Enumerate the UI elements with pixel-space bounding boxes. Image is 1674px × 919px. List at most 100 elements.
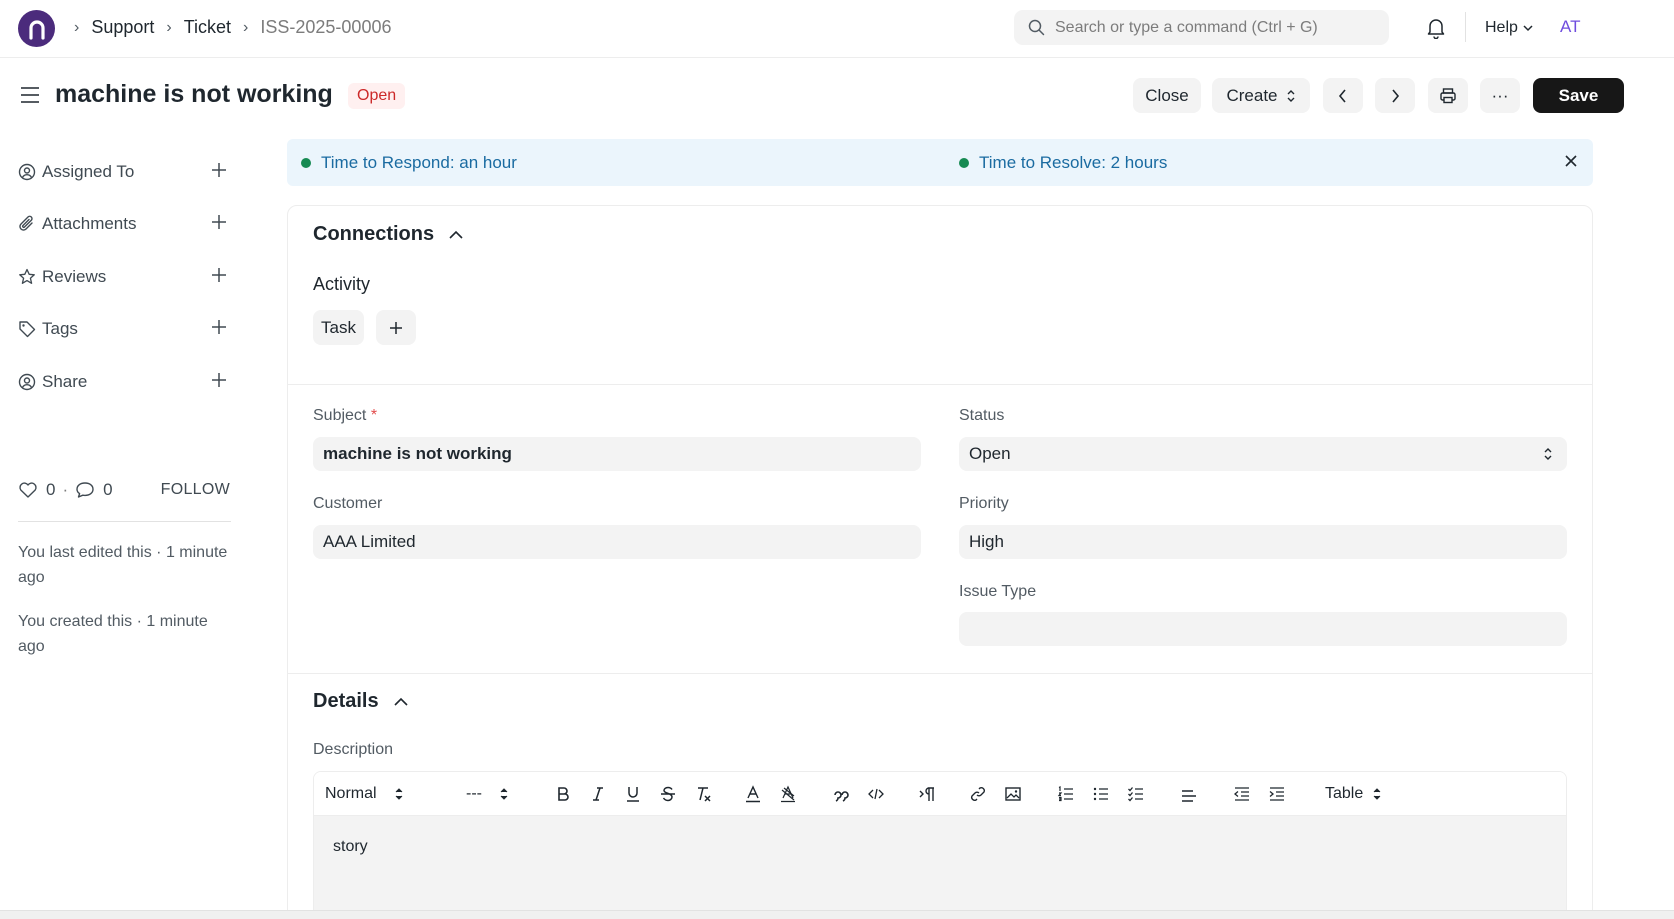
connections-section-toggle[interactable]: Connections <box>313 223 464 246</box>
background-color-button[interactable] <box>779 783 797 805</box>
add-task-button[interactable] <box>376 310 416 345</box>
plus-icon[interactable] <box>210 266 228 284</box>
code-block-button[interactable] <box>867 783 885 805</box>
more-actions-button[interactable]: ··· <box>1480 78 1520 113</box>
close-icon[interactable] <box>1563 153 1579 169</box>
breadcrumb-ticket[interactable]: Ticket <box>184 17 231 38</box>
priority-label: Priority <box>959 495 1009 512</box>
bold-button[interactable] <box>554 783 572 805</box>
plus-icon[interactable] <box>210 161 228 179</box>
priority-field[interactable] <box>959 525 1567 559</box>
next-record-button[interactable] <box>1375 78 1415 113</box>
strikethrough-button[interactable] <box>659 783 677 805</box>
blockquote-button[interactable] <box>832 783 850 805</box>
sidebar-item-reviews[interactable]: Reviews <box>18 264 228 290</box>
create-button[interactable]: Create <box>1212 78 1310 113</box>
plus-icon[interactable] <box>210 371 228 389</box>
task-connection-button[interactable]: Task <box>313 310 364 345</box>
status-select[interactable]: Open <box>959 437 1567 471</box>
ordered-list-button[interactable] <box>1057 783 1075 805</box>
bullet-list-button[interactable] <box>1092 783 1110 805</box>
breadcrumb-current[interactable]: ISS-2025-00006 <box>260 17 391 38</box>
align-button[interactable] <box>1180 783 1198 805</box>
sidebar-item-label: Reviews <box>42 267 107 286</box>
app-logo[interactable] <box>18 10 55 47</box>
code-icon <box>868 788 884 800</box>
description-text-area[interactable]: story <box>314 816 1566 919</box>
plus-icon[interactable] <box>210 213 228 231</box>
clear-format-button[interactable] <box>694 783 712 805</box>
paragraph-style-select[interactable]: Normal <box>325 783 403 805</box>
sidebar-item-attachments[interactable]: Attachments <box>18 211 228 237</box>
save-button[interactable]: Save <box>1533 78 1624 113</box>
outdent-button[interactable] <box>1233 783 1251 805</box>
close-button[interactable]: Close <box>1133 78 1201 113</box>
status-select-value: Open <box>969 444 1011 463</box>
sidebar-item-assigned-to[interactable]: Assigned To <box>18 159 228 185</box>
create-button-label: Create <box>1226 85 1278 105</box>
sidebar-item-label: Tags <box>42 319 78 338</box>
sla-respond-text: Time to Respond: an hour <box>321 153 517 172</box>
page-title: machine is not working <box>55 80 333 108</box>
bullet-list-icon <box>1093 787 1108 801</box>
breadcrumb-separator-icon: › <box>166 18 172 36</box>
ordered-list-icon <box>1057 786 1073 802</box>
comment-icon[interactable] <box>75 481 95 499</box>
search-icon <box>1028 19 1045 36</box>
status-badge: Open <box>348 83 406 109</box>
sidebar-item-label: Share <box>42 372 88 391</box>
help-label: Help <box>1485 19 1518 36</box>
search-bar[interactable] <box>1014 10 1389 45</box>
follow-button[interactable]: FOLLOW <box>161 481 230 499</box>
status-label: Status <box>959 407 1005 424</box>
engagement-row: 0 · 0 FOLLOW <box>18 480 230 500</box>
text-color-button[interactable] <box>744 783 762 805</box>
customer-label: Customer <box>313 495 383 512</box>
section-divider <box>288 384 1592 385</box>
notifications-button[interactable] <box>1426 17 1446 39</box>
italic-button[interactable] <box>589 783 607 805</box>
sla-status-dot <box>959 158 969 168</box>
description-editor: Normal --- Table story <box>313 771 1567 919</box>
text-direction-button[interactable] <box>919 783 937 805</box>
help-dropdown[interactable]: Help <box>1485 19 1534 37</box>
horizontal-scrollbar[interactable] <box>0 910 1674 919</box>
indent-button[interactable] <box>1268 783 1286 805</box>
sidebar-item-label: Attachments <box>42 214 137 233</box>
select-arrows-icon <box>395 788 402 800</box>
issue-type-field[interactable] <box>959 612 1567 646</box>
underline-button[interactable] <box>624 783 642 805</box>
sidebar-toggle-button[interactable] <box>20 86 40 104</box>
heart-icon[interactable] <box>18 481 38 499</box>
plus-icon <box>390 321 402 334</box>
plus-icon[interactable] <box>210 318 228 336</box>
table-select[interactable]: Table <box>1325 783 1381 805</box>
subject-field[interactable] <box>313 437 921 471</box>
issue-type-label: Issue Type <box>959 583 1037 600</box>
user-avatar[interactable]: AT <box>1560 17 1580 37</box>
outdent-icon <box>1233 787 1249 801</box>
tag-icon <box>19 321 36 338</box>
indent-icon <box>1269 787 1284 801</box>
comments-count: 0 <box>103 480 113 499</box>
previous-record-button[interactable] <box>1323 78 1363 113</box>
check-list-icon <box>1128 787 1143 802</box>
section-divider <box>288 673 1592 674</box>
image-button[interactable] <box>1004 783 1022 805</box>
font-size-value: --- <box>466 785 482 802</box>
check-list-button[interactable] <box>1127 783 1145 805</box>
print-button[interactable] <box>1428 78 1468 113</box>
sidebar-item-tags[interactable]: Tags <box>18 316 228 342</box>
sla-banner: Time to Respond: an hour Time to Resolve… <box>287 139 1593 186</box>
search-input[interactable] <box>1055 18 1375 37</box>
details-section-toggle[interactable]: Details <box>313 690 409 713</box>
breadcrumb-support[interactable]: Support <box>91 17 154 38</box>
customer-field[interactable] <box>313 525 921 559</box>
select-arrows-icon <box>1544 448 1552 460</box>
font-size-select[interactable]: --- <box>466 783 508 805</box>
sidebar-item-share[interactable]: Share <box>18 369 228 395</box>
more-icon: ··· <box>1491 85 1509 105</box>
editor-toolbar: Normal --- Table <box>314 772 1566 816</box>
chevron-down-icon <box>1523 25 1533 32</box>
link-button[interactable] <box>969 783 987 805</box>
